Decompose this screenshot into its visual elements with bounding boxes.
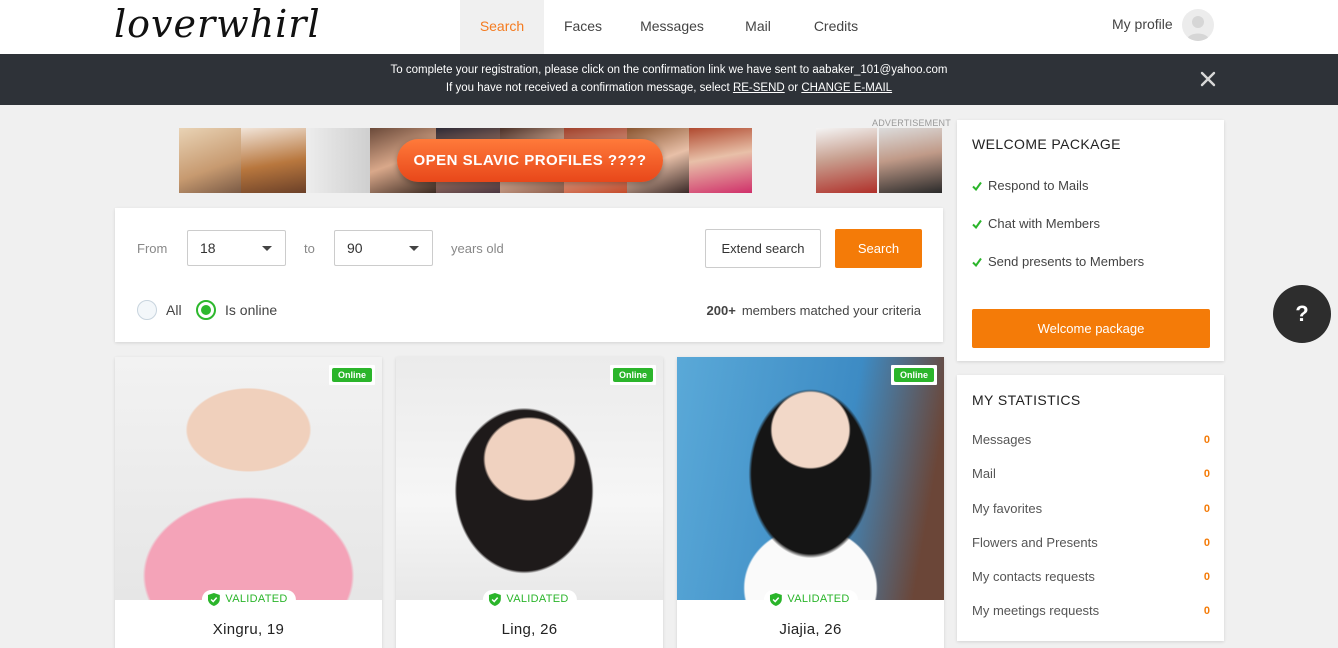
nav-tab-messages[interactable]: Messages bbox=[632, 0, 712, 54]
age-to-select[interactable]: 90 bbox=[334, 230, 433, 266]
profile-card[interactable]: Online VALIDATED Ling, 26 bbox=[396, 357, 663, 648]
help-button[interactable]: ? bbox=[1273, 285, 1331, 343]
welcome-package-button[interactable]: Welcome package bbox=[972, 309, 1210, 348]
validated-badge: VALIDATED bbox=[201, 590, 296, 609]
match-summary: 200+ members matched your criteria bbox=[707, 303, 921, 318]
profile-name[interactable]: Xingru, 19 bbox=[115, 621, 382, 638]
match-count: 200+ bbox=[706, 303, 736, 318]
radio-selected-dot bbox=[201, 305, 211, 315]
age-from-select[interactable]: 18 bbox=[187, 230, 286, 266]
my-statistics-title: MY STATISTICS bbox=[972, 392, 1081, 408]
ad-photo bbox=[879, 128, 942, 193]
profile-photo[interactable] bbox=[677, 357, 944, 600]
change-email-link[interactable]: CHANGE E-MAIL bbox=[801, 82, 892, 94]
radio-all-label[interactable]: All bbox=[166, 302, 182, 318]
check-icon bbox=[972, 181, 982, 191]
age-from-value: 18 bbox=[200, 240, 216, 256]
check-icon bbox=[972, 257, 982, 267]
age-to-value: 90 bbox=[347, 240, 363, 256]
stat-row-mail[interactable]: Mail 0 bbox=[972, 466, 1210, 481]
stat-row-meetings-requests[interactable]: My meetings requests 0 bbox=[972, 603, 1210, 618]
check-icon bbox=[972, 219, 982, 229]
nav-tab-search[interactable]: Search bbox=[460, 0, 544, 54]
caret-down-icon bbox=[409, 246, 419, 251]
shield-check-icon bbox=[207, 593, 220, 606]
profile-photo[interactable] bbox=[115, 357, 382, 600]
welcome-item: Send presents to Members bbox=[972, 254, 1144, 269]
search-button[interactable]: Search bbox=[835, 229, 922, 268]
ad-photo bbox=[179, 128, 241, 193]
open-slavic-profiles-button[interactable]: OPEN SLAVIC PROFILES ???? bbox=[397, 139, 663, 182]
profile-card[interactable]: Online VALIDATED Jiajia, 26 bbox=[677, 357, 944, 648]
banner-or-text: or bbox=[787, 82, 799, 94]
profile-name[interactable]: Jiajia, 26 bbox=[677, 621, 944, 638]
site-logo[interactable]: loverwhirl bbox=[114, 2, 321, 46]
validated-badge: VALIDATED bbox=[763, 590, 858, 609]
welcome-package-panel: WELCOME PACKAGE Respond to Mails Chat wi… bbox=[957, 120, 1224, 361]
online-badge: Online bbox=[890, 365, 937, 385]
avatar-icon[interactable] bbox=[1182, 9, 1214, 41]
caret-down-icon bbox=[262, 246, 272, 251]
advertisement-side[interactable] bbox=[816, 128, 942, 193]
stat-row-contacts-requests[interactable]: My contacts requests 0 bbox=[972, 569, 1210, 584]
nav-tab-faces[interactable]: Faces bbox=[552, 0, 614, 54]
years-old-label: years old bbox=[451, 241, 504, 256]
ad-photo bbox=[241, 128, 306, 193]
ad-photo bbox=[306, 128, 370, 193]
profile-photo[interactable] bbox=[396, 357, 663, 600]
profile-name[interactable]: Ling, 26 bbox=[396, 621, 663, 638]
welcome-item: Respond to Mails bbox=[972, 178, 1088, 193]
stat-row-messages[interactable]: Messages 0 bbox=[972, 432, 1210, 447]
online-badge: Online bbox=[328, 365, 375, 385]
to-label: to bbox=[304, 241, 315, 256]
shield-check-icon bbox=[769, 593, 782, 606]
advertisement-label: ADVERTISEMENT bbox=[872, 118, 951, 128]
from-label: From bbox=[137, 241, 168, 256]
shield-check-icon bbox=[488, 593, 501, 606]
nav-tab-credits[interactable]: Credits bbox=[802, 0, 870, 54]
top-navigation: loverwhirl Search Faces Messages Mail Cr… bbox=[0, 0, 1338, 54]
online-badge: Online bbox=[609, 365, 656, 385]
banner-message: To complete your registration, please cl… bbox=[390, 64, 948, 76]
my-profile-link[interactable]: My profile bbox=[1112, 0, 1173, 50]
stat-row-flowers-presents[interactable]: Flowers and Presents 0 bbox=[972, 535, 1210, 550]
validated-badge: VALIDATED bbox=[482, 590, 577, 609]
match-text: members matched your criteria bbox=[741, 303, 921, 318]
ad-photo bbox=[816, 128, 877, 193]
profile-card[interactable]: Online VALIDATED Xingru, 19 bbox=[115, 357, 382, 648]
welcome-package-title: WELCOME PACKAGE bbox=[972, 136, 1121, 152]
banner-message-secondary: If you have not received a confirmation … bbox=[0, 82, 1338, 94]
radio-is-online-label[interactable]: Is online bbox=[225, 302, 277, 318]
ad-photo bbox=[689, 128, 752, 193]
resend-link[interactable]: RE-SEND bbox=[733, 82, 785, 94]
nav-tab-mail[interactable]: Mail bbox=[734, 0, 782, 54]
welcome-item: Chat with Members bbox=[972, 216, 1100, 231]
banner-resend-text: If you have not received a confirmation … bbox=[445, 82, 730, 94]
confirmation-banner: To complete your registration, please cl… bbox=[0, 54, 1338, 105]
extend-search-button[interactable]: Extend search bbox=[705, 229, 821, 268]
radio-all[interactable] bbox=[137, 300, 157, 320]
search-filter-panel: From 18 to 90 years old Extend search Se… bbox=[115, 208, 943, 342]
close-icon[interactable] bbox=[1198, 69, 1218, 89]
my-statistics-panel: MY STATISTICS Messages 0 Mail 0 My favorit… bbox=[957, 375, 1224, 641]
radio-is-online[interactable] bbox=[196, 300, 216, 320]
stat-row-favorites[interactable]: My favorites 0 bbox=[972, 501, 1210, 516]
